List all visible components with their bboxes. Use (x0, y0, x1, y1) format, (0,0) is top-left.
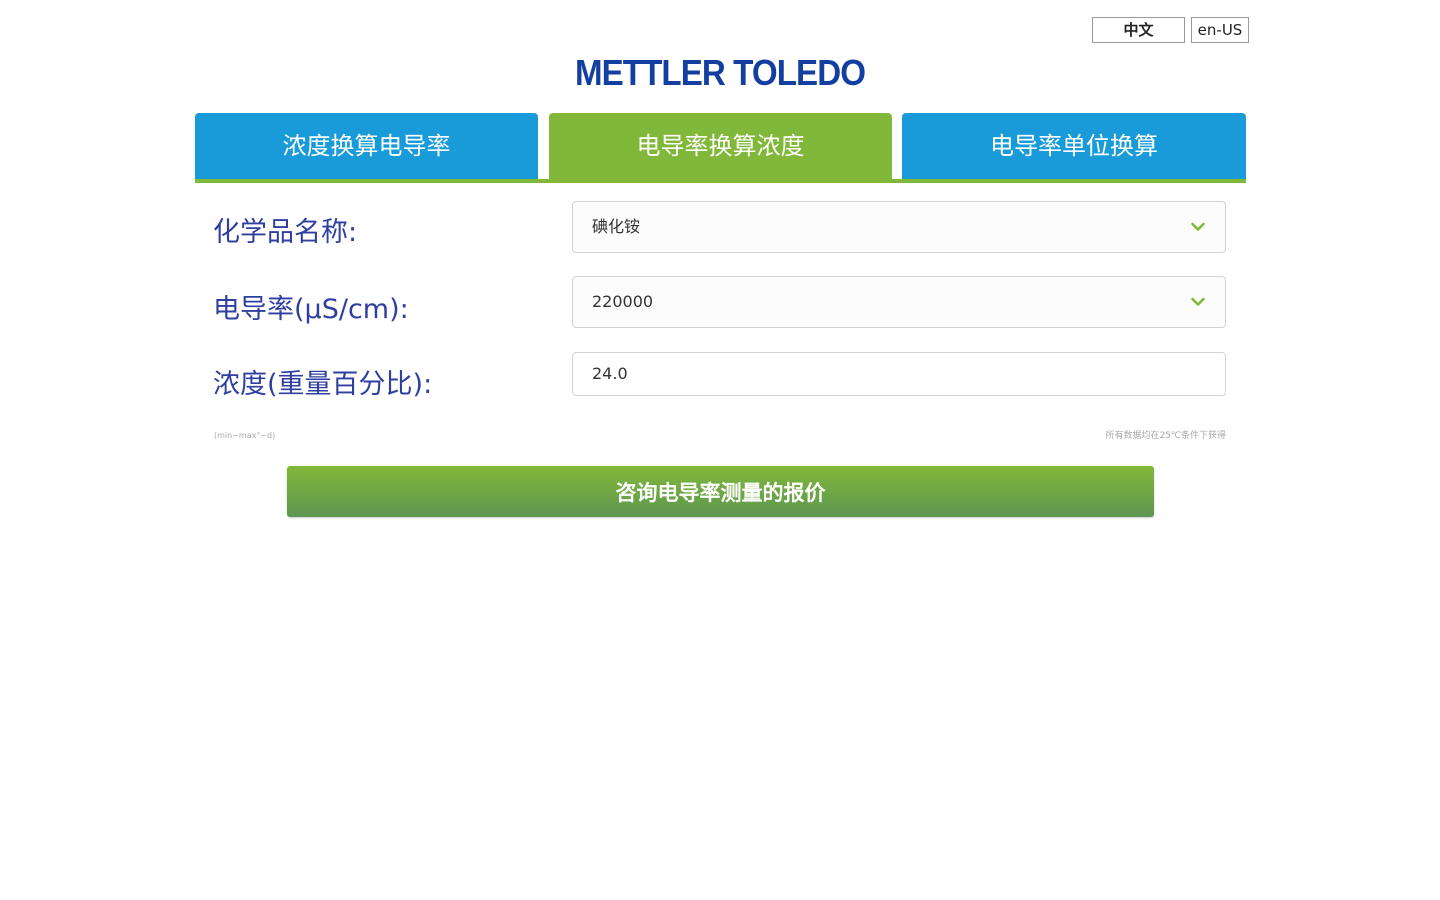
concentration-value: 24.0 (592, 364, 628, 383)
tab-concentration-to-conductivity[interactable]: 浓度换算电导率 (195, 113, 538, 179)
mettler-toledo-logo: METTLER TOLEDO (574, 52, 866, 93)
conductivity-select[interactable]: 220000 (572, 276, 1226, 328)
chemical-select-value: 碘化铵 (592, 217, 641, 236)
language-switcher: 中文 en-US (1092, 17, 1249, 43)
lang-zh-button[interactable]: 中文 (1092, 17, 1185, 43)
chevron-down-icon (1191, 222, 1205, 231)
tab-underline-divider (195, 179, 1246, 183)
tab-conductivity-unit-conversion[interactable]: 电导率单位换算 (902, 113, 1246, 179)
conductivity-converter-page: 中文 en-US METTLER TOLEDO 浓度换算电导率 电导率换算浓度 … (0, 0, 1440, 900)
chemical-name-label: 化学品名称: (213, 217, 358, 248)
conductivity-label: 电导率(μS/cm): (213, 294, 409, 325)
tab-conductivity-to-concentration[interactable]: 电导率换算浓度 (549, 113, 892, 181)
chevron-down-icon (1191, 297, 1205, 306)
request-quote-button[interactable]: 咨询电导率测量的报价 (287, 466, 1154, 517)
tab-bar: 浓度换算电导率 电导率换算浓度 电导率单位换算 (195, 113, 1246, 183)
chemical-select[interactable]: 碘化铵 (572, 201, 1226, 253)
lang-en-button[interactable]: en-US (1191, 17, 1249, 43)
conductivity-select-value: 220000 (592, 292, 654, 311)
concentration-label: 浓度(重量百分比): (213, 369, 433, 400)
concentration-output-field[interactable]: 24.0 (572, 352, 1226, 396)
range-note: (min~max°~d) (214, 431, 276, 440)
temperature-note: 所有数据均在25℃条件下获得 (1105, 431, 1226, 441)
